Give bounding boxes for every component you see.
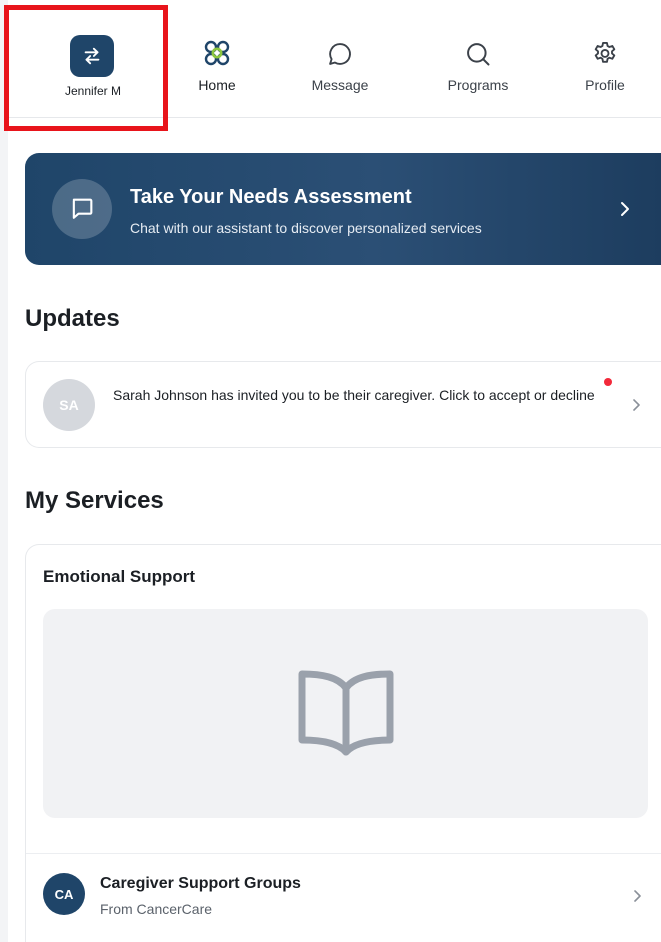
nav-label-programs: Programs [447, 77, 509, 93]
nav-item-home[interactable]: Home [180, 0, 254, 118]
service-card-title: Emotional Support [43, 567, 196, 586]
updates-heading: Updates [25, 305, 120, 332]
service-card: Emotional Support CA Caregiver Support G… [25, 544, 661, 942]
divider [26, 853, 661, 854]
service-item-title: Caregiver Support Groups [100, 875, 301, 892]
left-gutter [0, 0, 8, 942]
nav-label-profile: Profile [585, 77, 625, 93]
avatar: SA [43, 379, 95, 431]
chat-icon [52, 179, 112, 239]
search-icon [463, 39, 493, 69]
gear-icon [590, 39, 620, 69]
notification-dot [604, 378, 612, 386]
banner-subtitle: Chat with our assistant to discover pers… [130, 220, 482, 236]
nav-label-home: Home [198, 77, 236, 93]
book-open-icon [298, 670, 393, 755]
chevron-right-icon [634, 890, 641, 902]
highlight-box [4, 5, 168, 131]
update-text: Sarah Johnson has invited you to be thei… [113, 387, 595, 403]
avatar: CA [43, 873, 85, 915]
my-services-heading: My Services [25, 487, 164, 514]
nav-item-profile[interactable]: Profile [570, 0, 640, 118]
message-icon [325, 39, 355, 69]
nav-item-message[interactable]: Message [300, 0, 380, 118]
service-item-provider: From CancerCare [100, 901, 213, 917]
banner-title: Take Your Needs Assessment [130, 186, 412, 208]
home-logo-icon [202, 38, 232, 68]
needs-assessment-banner[interactable]: Take Your Needs Assessment Chat with our… [25, 153, 661, 265]
update-item[interactable]: SA Sarah Johnson has invited you to be t… [25, 361, 661, 448]
chevron-right-icon [633, 399, 640, 411]
chevron-right-icon [621, 202, 629, 216]
nav-label-message: Message [311, 77, 369, 93]
nav-item-programs[interactable]: Programs [438, 0, 518, 118]
service-image-placeholder [43, 609, 648, 818]
